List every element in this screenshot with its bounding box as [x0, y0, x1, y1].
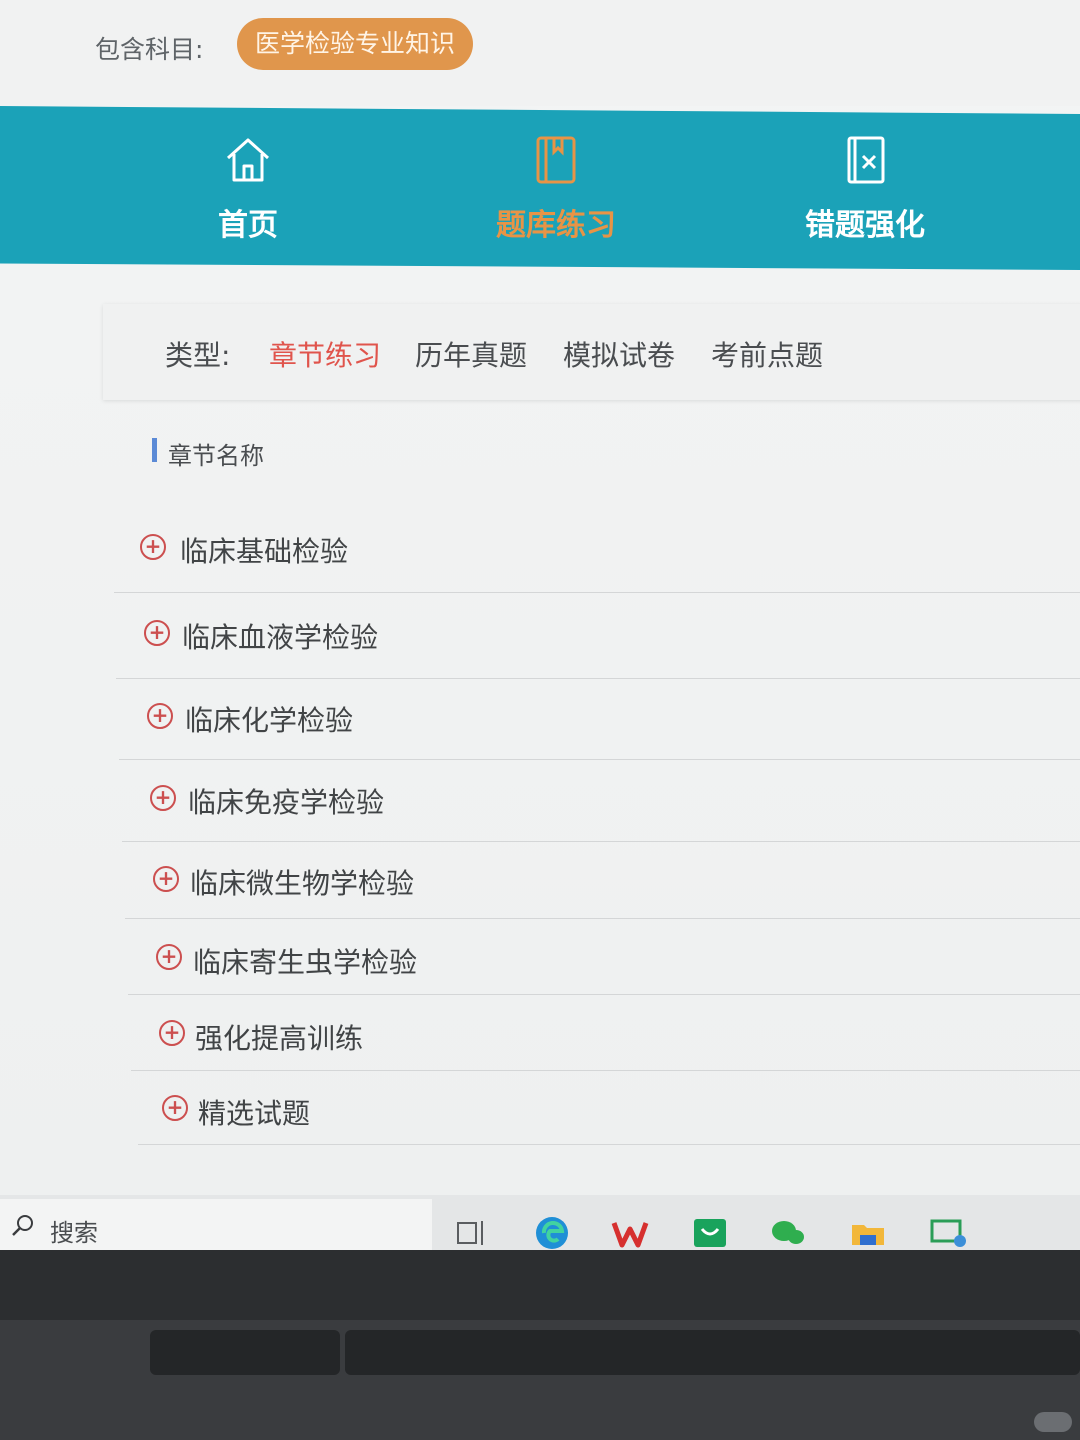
task-view-icon[interactable] — [452, 1213, 492, 1253]
main-nav: 首页 题库练习 错题强化 — [0, 106, 1080, 270]
chapter-title: 临床免疫学检验 — [188, 786, 385, 819]
app-screen: 包含科目: 医学检验专业知识 首页 题库练习 错题强化 类型: 章节练习 历年真… — [0, 0, 1080, 1250]
nav-item-label: 错题强化 — [805, 208, 925, 243]
plus-circle-icon[interactable]: + — [140, 534, 166, 560]
plus-circle-icon[interactable]: + — [144, 620, 170, 646]
chapter-title: 临床化学检验 — [185, 704, 354, 737]
book-icon — [536, 136, 576, 184]
plus-circle-icon[interactable]: + — [147, 703, 173, 729]
nav-item-wrong-questions[interactable]: 错题强化 — [755, 106, 975, 270]
taskbar-search-text: 搜索 — [50, 1219, 98, 1247]
nav-item-label: 题库练习 — [496, 208, 616, 243]
chapter-title: 临床微生物学检验 — [190, 867, 415, 900]
wechat-icon[interactable] — [768, 1213, 808, 1253]
nav-item-home[interactable]: 首页 — [138, 106, 358, 270]
wps-icon[interactable] — [610, 1213, 650, 1253]
plus-circle-icon[interactable]: + — [162, 1095, 188, 1121]
chapter-title: 强化提高训练 — [195, 1022, 364, 1055]
laptop-hinge — [150, 1330, 340, 1375]
file-explorer-icon[interactable] — [848, 1213, 888, 1253]
heading-accent-bar — [152, 438, 157, 462]
divider — [131, 1070, 1080, 1071]
chapter-title: 临床寄生虫学检验 — [193, 946, 418, 979]
subject-chip[interactable]: 医学检验专业知识 — [237, 18, 474, 70]
home-icon — [226, 138, 270, 182]
chapter-title: 精选试题 — [198, 1097, 311, 1130]
type-option-past-exams[interactable]: 历年真题 — [415, 334, 527, 374]
type-filter-label: 类型: — [165, 339, 231, 372]
type-option-mock-exams[interactable]: 模拟试卷 — [563, 334, 675, 374]
subject-label: 包含科目: — [95, 35, 204, 64]
divider — [138, 1144, 1080, 1145]
type-filter-bar: 类型: 章节练习 历年真题 模拟试卷 考前点题 — [103, 304, 1080, 400]
search-icon — [12, 1215, 33, 1236]
type-option-chapter[interactable]: 章节练习 — [269, 334, 381, 374]
plus-circle-icon[interactable]: + — [159, 1020, 185, 1046]
plus-circle-icon[interactable]: + — [153, 866, 179, 892]
subject-row: 包含科目: 医学检验专业知识 — [0, 0, 1080, 106]
divider — [114, 592, 1080, 593]
divider — [119, 759, 1080, 760]
edge-icon[interactable] — [532, 1213, 572, 1253]
remote-desktop-icon[interactable] — [928, 1213, 968, 1253]
chapter-title: 临床血液学检验 — [182, 621, 379, 654]
plus-circle-icon[interactable]: + — [156, 944, 182, 970]
watermark-badge — [1034, 1412, 1072, 1432]
nav-item-label: 首页 — [218, 208, 278, 243]
divider — [128, 994, 1080, 995]
divider — [122, 841, 1080, 842]
plus-circle-icon[interactable]: + — [150, 785, 176, 811]
laptop-hinge — [345, 1330, 1080, 1375]
store-icon[interactable] — [690, 1213, 730, 1253]
chapter-title: 临床基础检验 — [180, 535, 349, 568]
laptop-bezel — [0, 1250, 1080, 1440]
divider — [116, 678, 1080, 679]
wrong-question-icon — [847, 136, 885, 184]
nav-item-question-bank[interactable]: 题库练习 — [446, 106, 666, 270]
type-option-pre-exam[interactable]: 考前点题 — [711, 334, 823, 374]
divider — [125, 918, 1080, 919]
